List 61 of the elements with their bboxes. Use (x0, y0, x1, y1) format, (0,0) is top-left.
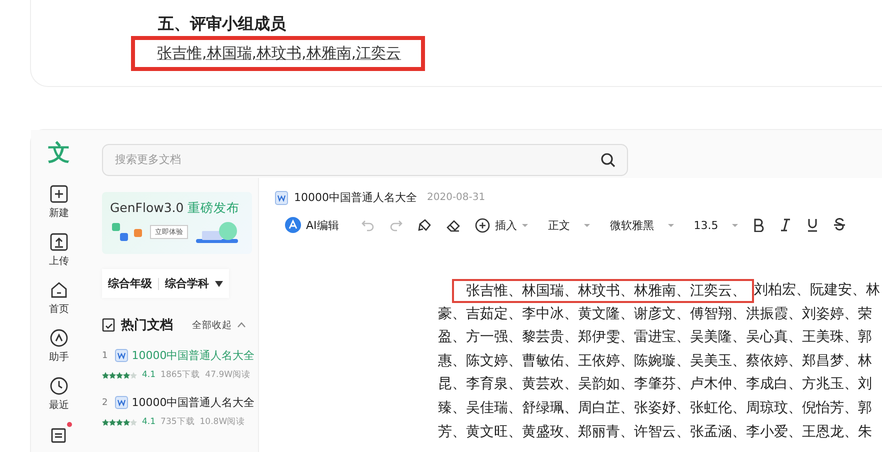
chevron-up-icon[interactable] (237, 322, 246, 328)
collapse-all-link[interactable]: 全部收起 (192, 318, 232, 332)
name-list-line: 盈、方一强、黎芸贵、郑伊雯、雷进宝、吴美隆、吴心真、王美珠、郭 (438, 328, 873, 348)
eraser-icon[interactable] (446, 218, 461, 232)
name-list-line: 刘柏宏、阮建安、林 (754, 281, 880, 300)
rank-number: 1 (102, 350, 108, 360)
italic-icon[interactable] (779, 218, 792, 232)
rail-label[interactable]: 助手 (49, 350, 69, 364)
ai-icon (285, 217, 301, 233)
format-painter-icon[interactable] (416, 218, 432, 232)
download-count: 1865下载 (160, 369, 200, 381)
upload-icon[interactable] (49, 232, 69, 252)
rating-value: 4.1 (142, 370, 156, 380)
member-names: 张吉惟,林国瑞,林玟书,林雅南,江奕云 (157, 44, 402, 62)
app-icons-drawing (110, 221, 144, 243)
bold-icon[interactable] (752, 218, 766, 232)
assistant-icon[interactable] (49, 328, 69, 348)
subject-filter[interactable]: 综合学科 (165, 276, 209, 291)
name-list-line: 臻、吴佳瑞、舒绿珮、周白芷、张姿妤、张虹伦、周琼玟、倪怡芳、郭 (438, 398, 873, 418)
name-list-line: 昆、李育泉、黄芸欢、吴韵如、李肇芬、卢木仲、李成白、方兆玉、刘 (438, 375, 873, 394)
name-list-line: 惠、陈文婷、曹敏佑、王依婷、陈婉璇、吴美玉、蔡依婷、郑昌梦、林 (438, 352, 873, 371)
grade-filter[interactable]: 综合年级 (108, 276, 152, 291)
hot-docs-title: 热门文档 (121, 316, 173, 334)
download-count: 735下载 (160, 416, 195, 428)
document-title: 10000中国普通人名大全 (294, 190, 417, 205)
insert-menu[interactable]: 插入 (474, 218, 528, 232)
paragraph-style-dropdown[interactable]: 正文 (548, 218, 590, 232)
read-count: 47.9W阅读 (205, 369, 251, 381)
name-list-line: 芳、黄文旺、黄盛玫、郑丽青、许智云、张孟涵、李小爱、王恩龙、朱 (438, 422, 873, 442)
banner-highlight: 重磅发布 (188, 200, 240, 215)
underline-icon[interactable] (806, 218, 820, 232)
word-file-icon (114, 396, 128, 409)
document-date: 2020-08-31 (427, 192, 486, 203)
mascot-drawing (194, 219, 240, 245)
rating-value: 4.1 (142, 417, 156, 427)
rail-label[interactable]: 上传 (49, 254, 69, 268)
plus-icon[interactable] (49, 184, 69, 204)
document-check-icon (102, 318, 116, 332)
ai-edit-button[interactable]: AI编辑 (285, 217, 339, 233)
font-size-dropdown[interactable]: 13.5 (694, 218, 738, 232)
word-file-icon (114, 349, 128, 362)
rank-number: 2 (102, 398, 108, 408)
word-file-icon (275, 190, 288, 204)
name-list-line: 豪、吉茹定、李中冰、黄文隆、谢彦文、傅智翔、洪振霞、刘姿婷、荣 (438, 304, 873, 324)
read-count: 10.8W阅读 (200, 416, 246, 428)
search-icon[interactable] (600, 152, 616, 168)
font-dropdown[interactable]: 微软雅黑 (610, 218, 674, 232)
rail-label[interactable]: 首页 (49, 302, 69, 316)
rail-label[interactable]: 最近 (49, 398, 69, 412)
clock-icon[interactable] (49, 376, 69, 396)
strikethrough-icon[interactable] (833, 218, 846, 232)
plus-circle-icon (474, 218, 490, 232)
home-icon[interactable] (49, 280, 69, 300)
section-heading: 五、评审小组成员 (158, 14, 287, 35)
highlighted-names: 张吉惟、林国瑞、林玟书、林雅南、江奕云、 (452, 278, 754, 303)
filter-dropdown[interactable]: 综合年级 综合学科 (102, 269, 229, 298)
banner-title: GenFlow3.0 (110, 200, 184, 215)
document-link[interactable]: 10000中国普通人名大全 (132, 395, 255, 410)
search-field[interactable]: 搜索更多文档 (102, 144, 628, 176)
caret-icon[interactable] (215, 280, 223, 286)
rail-label[interactable]: 新建 (49, 206, 69, 220)
